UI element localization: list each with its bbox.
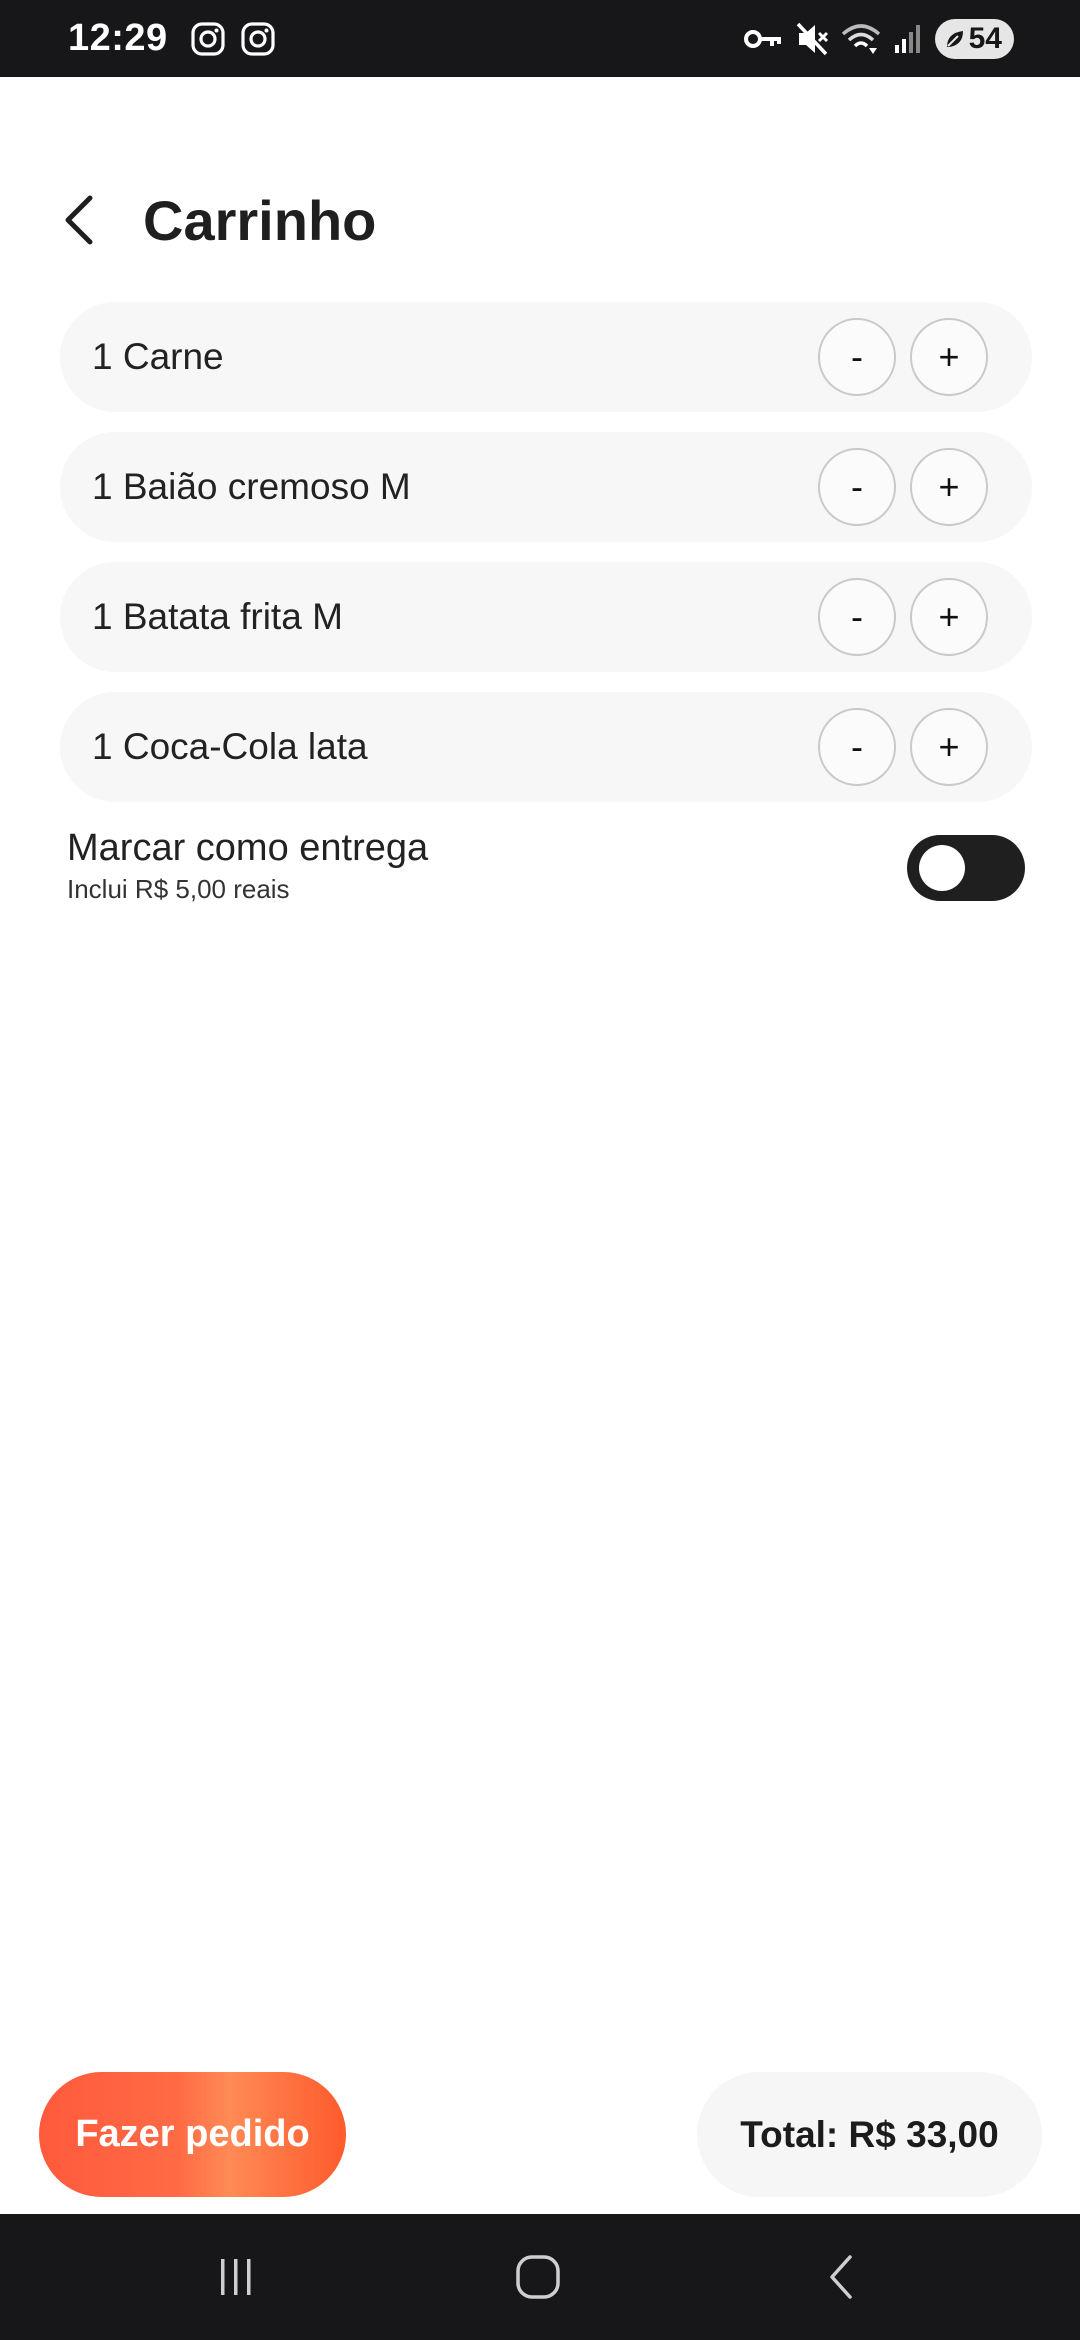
decrease-button[interactable]: - bbox=[818, 318, 896, 396]
quantity-stepper: - + bbox=[818, 318, 988, 396]
status-time: 12:29 bbox=[68, 17, 168, 59]
quantity-stepper: - + bbox=[818, 448, 988, 526]
cart-item-label: 1 Baião cremoso M bbox=[92, 466, 411, 507]
navigation-bar bbox=[0, 2214, 1080, 2340]
cart-item-label: 1 Batata frita M bbox=[92, 596, 343, 637]
decrease-button[interactable]: - bbox=[818, 578, 896, 656]
back-icon bbox=[830, 2255, 852, 2299]
nav-back-button[interactable] bbox=[802, 2244, 882, 2310]
cart-list: 1 Carne - + 1 Baião cremoso M - + 1 Bata… bbox=[60, 302, 1032, 822]
home-icon bbox=[516, 2255, 560, 2299]
battery-saver-icon bbox=[946, 30, 963, 47]
screen: 12:29 54 Carrinho 1 Carne - + 1 Baião cr… bbox=[0, 0, 1080, 2340]
cart-item-label: 1 Carne bbox=[92, 336, 224, 377]
battery-indicator: 54 bbox=[934, 18, 1014, 59]
delivery-toggle[interactable] bbox=[907, 835, 1025, 901]
instagram-icon bbox=[191, 21, 225, 56]
header: Carrinho bbox=[0, 170, 1080, 270]
cart-item: 1 Batata frita M - + bbox=[60, 562, 1032, 672]
recent-apps-button[interactable] bbox=[196, 2244, 276, 2310]
decrease-button[interactable]: - bbox=[818, 708, 896, 786]
delivery-label: Marcar como entrega bbox=[67, 827, 429, 869]
signal-icon bbox=[894, 24, 920, 53]
instagram-icon bbox=[241, 21, 275, 56]
increase-button[interactable]: + bbox=[910, 578, 988, 656]
cart-item-label: 1 Coca-Cola lata bbox=[92, 726, 368, 767]
battery-level: 54 bbox=[968, 21, 1002, 55]
home-button[interactable] bbox=[498, 2244, 578, 2310]
quantity-stepper: - + bbox=[818, 708, 988, 786]
vpn-key-icon bbox=[743, 29, 781, 48]
cart-item: 1 Coca-Cola lata - + bbox=[60, 692, 1032, 802]
quantity-stepper: - + bbox=[818, 578, 988, 656]
increase-button[interactable]: + bbox=[910, 708, 988, 786]
status-bar: 12:29 54 bbox=[0, 0, 1080, 77]
increase-button[interactable]: + bbox=[910, 318, 988, 396]
increase-button[interactable]: + bbox=[910, 448, 988, 526]
chevron-left-icon bbox=[65, 195, 93, 245]
cart-item: 1 Baião cremoso M - + bbox=[60, 432, 1032, 542]
delivery-fee-note: Inclui R$ 5,00 reais bbox=[67, 874, 290, 904]
order-total: Total: R$ 33,00 bbox=[697, 2072, 1042, 2197]
status-icons: 54 bbox=[743, 18, 1014, 59]
page-title: Carrinho bbox=[143, 189, 377, 252]
recent-apps-icon bbox=[221, 2259, 251, 2295]
cart-item: 1 Carne - + bbox=[60, 302, 1032, 412]
place-order-button[interactable]: Fazer pedido bbox=[39, 2072, 346, 2197]
mute-icon bbox=[796, 22, 828, 55]
toggle-knob bbox=[919, 845, 965, 891]
delivery-option: Marcar como entrega Inclui R$ 5,00 reais bbox=[67, 826, 1025, 906]
wifi-icon bbox=[841, 23, 880, 54]
decrease-button[interactable]: - bbox=[818, 448, 896, 526]
back-button[interactable] bbox=[40, 180, 120, 260]
